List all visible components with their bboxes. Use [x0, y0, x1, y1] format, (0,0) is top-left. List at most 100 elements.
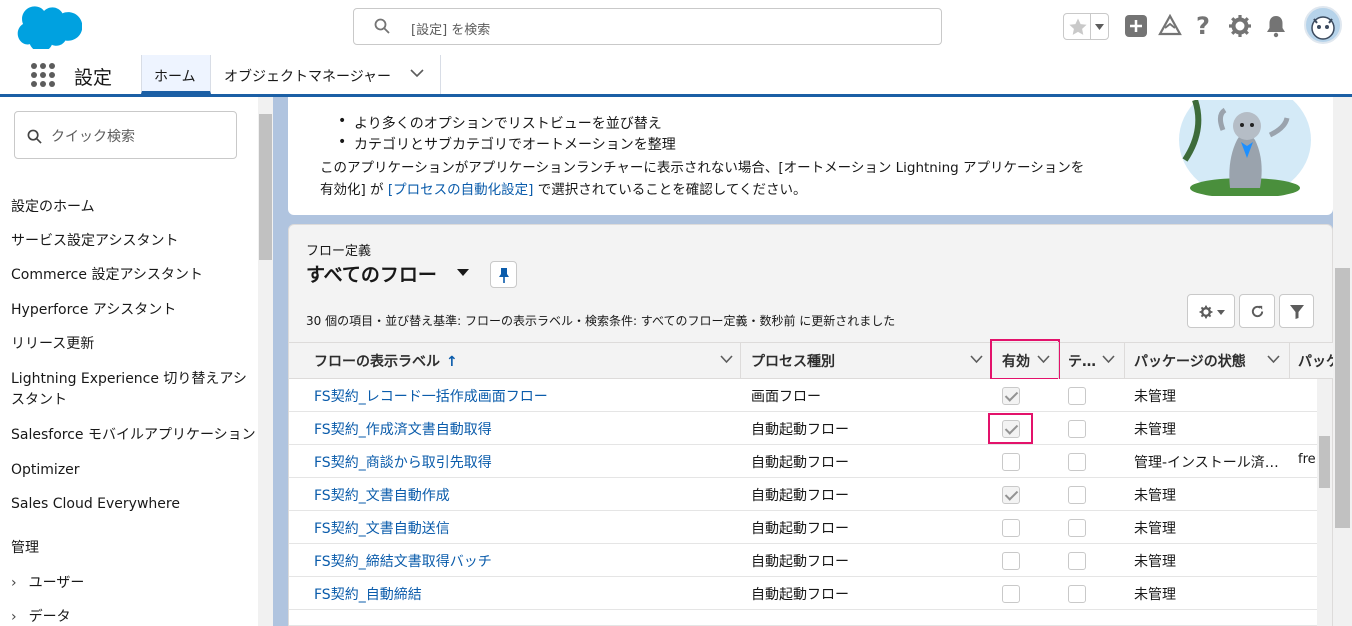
- list-view-picker-icon[interactable]: [456, 268, 470, 277]
- info-text-part: で選択されていることを確認してください。: [533, 182, 807, 198]
- process-type: 自動起動フロー: [751, 521, 849, 537]
- process-type: 画面フロー: [751, 389, 821, 405]
- search-icon: [374, 18, 390, 34]
- salesforce-logo[interactable]: [16, 5, 82, 49]
- process-automation-settings-link[interactable]: [プロセスの自動化設定]: [388, 182, 534, 198]
- table-row: FS契約_締結文書取得バッチ 自動起動フロー 未管理: [289, 544, 1317, 577]
- package-state: 未管理: [1134, 521, 1176, 537]
- process-type: 自動起動フロー: [751, 554, 849, 570]
- package-state: 未管理: [1134, 389, 1176, 405]
- app-name: 設定: [74, 67, 113, 89]
- sidebar-item-optimizer[interactable]: Optimizer: [11, 460, 256, 481]
- quick-find-input[interactable]: クイック検索: [14, 111, 237, 159]
- template-checkbox: [1068, 519, 1086, 537]
- chevron-down-icon[interactable]: [1267, 355, 1280, 364]
- column-header-label[interactable]: フローの表示ラベル ↑: [314, 351, 458, 371]
- active-checkbox: [1002, 486, 1020, 504]
- page-scrollbar-thumb[interactable]: [1335, 268, 1350, 528]
- search-placeholder: [設定] を検索: [411, 23, 491, 38]
- pin-icon: [499, 268, 509, 283]
- flow-label-link[interactable]: FS契約_文書自動送信: [314, 518, 450, 538]
- sidebar-item-data[interactable]: › データ: [11, 607, 256, 626]
- column-header-template[interactable]: テ…: [1068, 351, 1096, 371]
- info-text: 有効化] が [プロセスの自動化設定] で選択されていることを確認してください。: [320, 178, 806, 198]
- sidebar-section-admin: 管理: [11, 540, 39, 556]
- tab-object-manager[interactable]: オブジェクトマネージャー: [224, 66, 391, 86]
- package-state: 未管理: [1134, 554, 1176, 570]
- table-scrollbar[interactable]: [1317, 379, 1332, 626]
- trailhead-icon[interactable]: [1158, 14, 1182, 38]
- highlight-box: [990, 339, 1060, 380]
- info-text-part: 有効化] が: [320, 182, 388, 198]
- column-divider[interactable]: [740, 342, 741, 379]
- chevron-down-icon[interactable]: [410, 69, 424, 78]
- template-checkbox: [1068, 453, 1086, 471]
- flow-label-link[interactable]: FS契約_自動締結: [314, 584, 422, 604]
- column-divider[interactable]: [1124, 342, 1125, 379]
- flow-label-link[interactable]: FS契約_締結文書取得バッチ: [314, 551, 492, 571]
- gear-icon[interactable]: [1228, 14, 1252, 38]
- flow-label-link[interactable]: FS契約_商談から取引先取得: [314, 452, 492, 472]
- app-launcher-icon[interactable]: [30, 62, 56, 88]
- column-divider[interactable]: [1058, 342, 1059, 379]
- sidebar-scrollbar-thumb[interactable]: [259, 114, 272, 260]
- flow-label-link[interactable]: FS契約_文書自動作成: [314, 485, 450, 505]
- table-row: FS契約_商談から取引先取得 自動起動フロー 管理-インストール済… fre: [289, 445, 1317, 478]
- package-name: fre: [1298, 452, 1316, 467]
- favorites-star-icon: [1069, 18, 1087, 35]
- package-state: 未管理: [1134, 422, 1176, 438]
- column-divider[interactable]: [1289, 342, 1290, 379]
- gear-icon: [1199, 305, 1213, 319]
- flow-label-link[interactable]: FS契約_作成済文書自動取得: [314, 419, 492, 439]
- sidebar-item-service-setup[interactable]: サービス設定アシスタント: [11, 231, 256, 252]
- help-icon[interactable]: ?: [1196, 12, 1210, 40]
- info-bullet: カテゴリとサブカテゴリでオートメーションを整理: [354, 137, 676, 153]
- list-view-name[interactable]: すべてのフロー: [306, 260, 437, 287]
- tab-home[interactable]: ホーム: [141, 55, 211, 94]
- bullet-dot: •: [338, 113, 347, 129]
- bell-icon[interactable]: [1264, 14, 1288, 38]
- add-icon[interactable]: [1124, 14, 1148, 38]
- sidebar-item-hyperforce[interactable]: Hyperforce アシスタント: [11, 300, 256, 321]
- global-search-input[interactable]: [設定] を検索: [353, 8, 942, 45]
- filter-button[interactable]: [1279, 294, 1314, 328]
- info-text: このアプリケーションがアプリケーションランチャーに表示されない場合、[オートメー…: [320, 160, 1085, 176]
- active-checkbox: [1002, 387, 1020, 405]
- chevron-down-icon[interactable]: [970, 355, 983, 364]
- search-icon: [27, 129, 42, 144]
- refresh-button[interactable]: [1239, 294, 1275, 328]
- table-row: FS契約_レコード一括作成画面フロー 画面フロー 未管理: [289, 379, 1317, 412]
- active-checkbox: [1002, 585, 1020, 603]
- pin-list-button[interactable]: [490, 261, 517, 288]
- refresh-icon: [1251, 305, 1264, 318]
- chevron-down-icon[interactable]: [1102, 355, 1115, 364]
- table-row: FS契約_文書自動送信 自動起動フロー 未管理: [289, 511, 1317, 544]
- filter-icon: [1290, 305, 1304, 319]
- bullet-dot: •: [338, 134, 347, 150]
- favorites-button[interactable]: [1063, 13, 1109, 40]
- tab-home-label: ホーム: [154, 69, 196, 85]
- sidebar-item-lightning-transition[interactable]: Lightning Experience 切り替えアシスタント: [11, 369, 251, 411]
- column-header-package-state[interactable]: パッケージの状態: [1134, 351, 1246, 371]
- sidebar-item-sales-cloud-everywhere[interactable]: Sales Cloud Everywhere: [11, 494, 256, 515]
- sidebar-item-mobile-app[interactable]: Salesforce モバイルアプリケーション: [11, 425, 256, 446]
- template-checkbox: [1068, 387, 1086, 405]
- quick-find-placeholder: クイック検索: [51, 129, 135, 145]
- column-header-process-type[interactable]: プロセス種別: [751, 351, 835, 371]
- template-checkbox: [1068, 486, 1086, 504]
- chevron-down-icon[interactable]: [720, 355, 733, 364]
- table-scrollbar-thumb[interactable]: [1319, 436, 1330, 488]
- list-settings-button[interactable]: [1187, 294, 1235, 328]
- flow-label-link[interactable]: FS契約_レコード一括作成画面フロー: [314, 386, 548, 406]
- sidebar-item-users[interactable]: › ユーザー: [11, 573, 256, 594]
- chevron-right-icon: ›: [11, 609, 17, 625]
- sidebar-item-release-updates[interactable]: リリース更新: [11, 334, 256, 355]
- avatar[interactable]: [1304, 6, 1342, 44]
- astro-mascot-illustration: [1179, 100, 1311, 196]
- sidebar-item-commerce-setup[interactable]: Commerce 設定アシスタント: [11, 265, 256, 286]
- process-type: 自動起動フロー: [751, 587, 849, 603]
- astro-avatar-icon: [1311, 16, 1335, 40]
- sidebar-item-setup-home[interactable]: 設定のホーム: [11, 197, 256, 218]
- process-type: 自動起動フロー: [751, 488, 849, 504]
- sidebar-item-users-label: ユーザー: [28, 575, 85, 591]
